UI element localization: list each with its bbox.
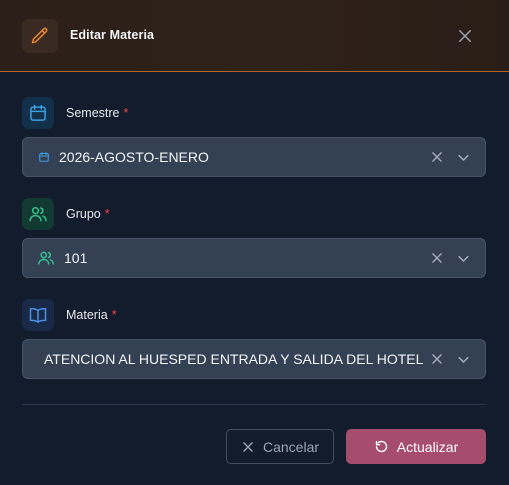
cancel-label: Cancelar: [262, 438, 320, 455]
semestre-value: 2026-AGOSTO-ENERO: [59, 149, 209, 165]
users-icon: [36, 249, 56, 267]
edit-materia-dialog: Editar Materia Semestre * 2026-AGOSTO-ENE…: [0, 0, 509, 485]
users-icon: [22, 198, 54, 230]
semestre-label: Semestre *: [66, 106, 129, 120]
materia-label-row: Materia *: [22, 299, 117, 331]
refresh-icon: [374, 439, 389, 454]
update-button[interactable]: Actualizar: [346, 429, 486, 464]
close-icon: [459, 30, 471, 42]
chevron-down-icon[interactable]: [455, 149, 471, 165]
calendar-icon: [38, 151, 50, 163]
clear-icon[interactable]: [429, 351, 445, 367]
materia-value: ATENCION AL HUESPED ENTRADA Y SALIDA DEL…: [44, 351, 424, 367]
grupo-label: Grupo *: [66, 207, 110, 221]
clear-icon[interactable]: [429, 149, 445, 165]
calendar-icon: [22, 97, 54, 129]
chevron-down-icon[interactable]: [455, 250, 471, 266]
clear-icon[interactable]: [429, 250, 445, 266]
pencil-icon: [22, 19, 58, 53]
required-mark: *: [104, 207, 110, 221]
required-mark: *: [111, 308, 117, 322]
footer-divider: [22, 404, 486, 405]
chevron-down-icon[interactable]: [455, 351, 471, 367]
cancel-button[interactable]: Cancelar: [226, 429, 334, 464]
dialog-header: Editar Materia: [0, 0, 509, 72]
book-open-icon: [22, 299, 54, 331]
dialog-title: Editar Materia: [70, 28, 155, 42]
materia-select[interactable]: ATENCION AL HUESPED ENTRADA Y SALIDA DEL…: [22, 339, 486, 379]
materia-label: Materia *: [66, 308, 117, 322]
grupo-label-row: Grupo *: [22, 198, 110, 230]
update-label: Actualizar: [396, 438, 459, 455]
semestre-label-row: Semestre *: [22, 97, 128, 129]
grupo-value: 101: [64, 250, 88, 266]
semestre-select[interactable]: 2026-AGOSTO-ENERO: [22, 137, 486, 177]
close-button[interactable]: [454, 25, 476, 47]
required-mark: *: [123, 106, 129, 120]
grupo-select[interactable]: 101: [22, 238, 486, 278]
close-icon: [241, 440, 255, 454]
